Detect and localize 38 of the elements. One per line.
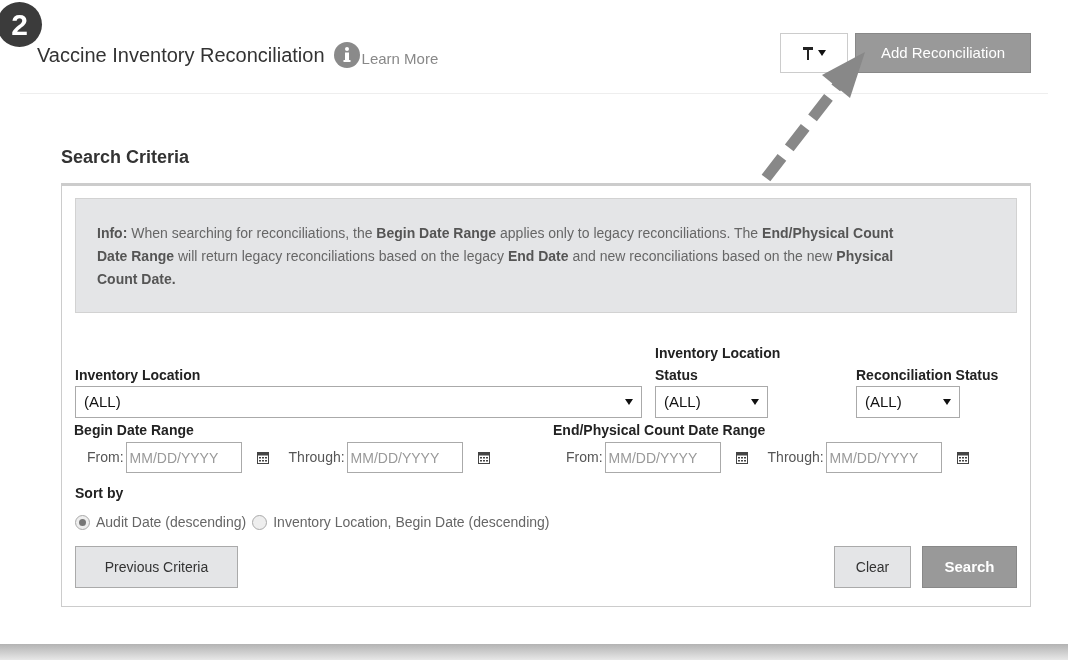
from-date-field[interactable]: MM/DD/YYYY xyxy=(604,442,721,473)
caret-icon xyxy=(943,399,951,405)
radio-label: Inventory Location, Begin Date (descending) xyxy=(273,513,550,532)
calendar-icon[interactable] xyxy=(735,451,748,464)
select-dropdown[interactable]: (ALL) xyxy=(856,386,960,418)
tools-dropdown-button[interactable] xyxy=(780,33,848,73)
radio-button[interactable] xyxy=(252,515,268,530)
radio-button[interactable] xyxy=(75,515,90,530)
previous-criteria-button[interactable]: Previous Criteria xyxy=(75,546,238,588)
calendar-icon[interactable] xyxy=(956,451,969,464)
from-label: From: xyxy=(87,448,124,467)
through-label: Through: xyxy=(767,448,824,467)
select-dropdown[interactable]: (ALL) xyxy=(655,386,768,418)
field-label: Inventory Location Status xyxy=(655,344,782,385)
through-date-field[interactable]: MM/DD/YYYY xyxy=(825,442,942,473)
from-label: From: xyxy=(566,448,603,467)
field-label: End/Physical Count Date Range xyxy=(553,421,767,440)
through-label: Through: xyxy=(288,448,345,467)
sort-by-label: Sort by xyxy=(75,484,125,503)
field-label: Begin Date Range xyxy=(74,421,195,440)
step-badge: 2 xyxy=(0,2,42,47)
from-date-field[interactable]: MM/DD/YYYY xyxy=(125,442,242,473)
select-dropdown[interactable]: (ALL) xyxy=(75,386,642,418)
caret-icon xyxy=(625,399,633,405)
info-icon[interactable] xyxy=(333,42,360,68)
info-text: Info: When searching for reconciliations, the Begin Date Range applies only to legacy reconciliations. The End/Physical Count Date Range will return legacy reconciliations based on the legacy End Date and new reconciliations based on the new Physical Count Date. xyxy=(97,224,895,289)
caret-icon xyxy=(751,399,759,405)
caret-icon xyxy=(817,50,826,56)
calendar-icon[interactable] xyxy=(477,451,490,464)
calendar-icon[interactable] xyxy=(256,451,269,464)
hammer-icon xyxy=(802,46,813,60)
clear-button[interactable]: Clear xyxy=(834,546,911,588)
learn-more-link[interactable]: Learn More xyxy=(361,47,439,70)
field-label: Inventory Location xyxy=(75,366,202,385)
radio-label: Audit Date (descending) xyxy=(96,513,247,532)
section-heading: Search Criteria xyxy=(61,146,191,169)
through-date-field[interactable]: MM/DD/YYYY xyxy=(346,442,463,473)
field-label: Reconciliation Status xyxy=(856,366,1000,385)
